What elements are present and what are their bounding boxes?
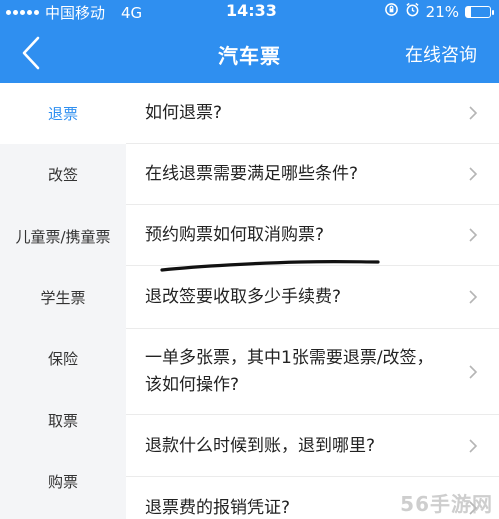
question-text: 退票费的报销凭证?: [145, 498, 291, 518]
online-consult-button[interactable]: 在线咨询: [405, 41, 477, 67]
question-list: 如何退票? 在线退票需要满足哪些条件? 预约购票如何取消购票? 退改签要收取多少…: [126, 83, 499, 519]
question-text: 如何退票?: [145, 103, 223, 123]
sidebar-item-label: 改签: [47, 166, 78, 185]
sidebar-item-insurance[interactable]: 保险: [0, 328, 126, 389]
list-item[interactable]: 退改签要收取多少手续费?: [126, 266, 499, 329]
list-item[interactable]: 预约购票如何取消购票?: [126, 205, 499, 266]
sidebar-item-student-ticket[interactable]: 学生票: [0, 267, 126, 328]
list-item[interactable]: 在线退票需要满足哪些条件?: [126, 144, 499, 205]
status-bar: 中国移动 4G 14:33 21%: [0, 0, 499, 24]
back-button[interactable]: [14, 34, 48, 72]
status-right: 21%: [384, 2, 494, 21]
watermark: 56手游网: [400, 492, 493, 516]
sidebar-item-label: 购票: [47, 472, 78, 491]
alarm-icon: [405, 2, 420, 21]
question-text: 退改签要收取多少手续费?: [145, 287, 342, 307]
rotation-lock-icon: [384, 2, 399, 21]
chevron-right-icon: [469, 167, 478, 181]
chevron-right-icon: [469, 438, 478, 453]
nav-bar: 汽车票 在线咨询: [0, 24, 499, 83]
sidebar-item-label: 保险: [47, 350, 78, 369]
chevron-right-icon: [469, 290, 478, 304]
sidebar-item-purchase[interactable]: 购票: [0, 451, 126, 512]
chevron-left-icon: [22, 36, 40, 70]
question-text: 一单多张票，其中1张需要退票/改签，该如何操作?: [145, 347, 434, 395]
top-bar: 中国移动 4G 14:33 21% 汽车票 在线咨询: [0, 0, 499, 83]
status-left: 中国移动 4G: [6, 2, 142, 23]
signal-strength-icon: [6, 10, 39, 15]
network-type: 4G: [121, 3, 143, 22]
chevron-right-icon: [469, 106, 478, 120]
status-time: 14:33: [226, 1, 277, 20]
battery-fill: [466, 6, 472, 17]
question-text: 退款什么时候到账，退到哪里?: [145, 435, 376, 456]
question-text: 在线退票需要满足哪些条件?: [145, 164, 359, 184]
list-item[interactable]: 一单多张票，其中1张需要退票/改签，该如何操作?: [126, 329, 499, 415]
sidebar-item-label: 退票: [47, 105, 78, 124]
sidebar-item-pickup[interactable]: 取票: [0, 389, 126, 450]
sidebar-item-child-ticket[interactable]: 儿童票/携童票: [0, 206, 126, 267]
sidebar-item-label: 儿童票/携童票: [15, 227, 111, 246]
list-item[interactable]: 如何退票?: [126, 83, 499, 144]
list-item[interactable]: 退款什么时候到账，退到哪里?: [126, 415, 499, 477]
sidebar-item-label: 学生票: [40, 289, 86, 308]
chevron-right-icon: [469, 228, 478, 242]
carrier-name: 中国移动: [45, 4, 106, 22]
battery-icon: [465, 5, 494, 18]
battery-percent: 21%: [425, 2, 459, 21]
chevron-right-icon: [469, 364, 478, 379]
sidebar-item-refund[interactable]: 退票: [0, 83, 126, 145]
category-sidebar: 退票 改签 儿童票/携童票 学生票 保险 取票 购票: [0, 83, 126, 519]
question-text: 预约购票如何取消购票?: [145, 225, 325, 245]
sidebar-item-label: 取票: [47, 411, 78, 430]
sidebar-item-change[interactable]: 改签: [0, 144, 126, 205]
